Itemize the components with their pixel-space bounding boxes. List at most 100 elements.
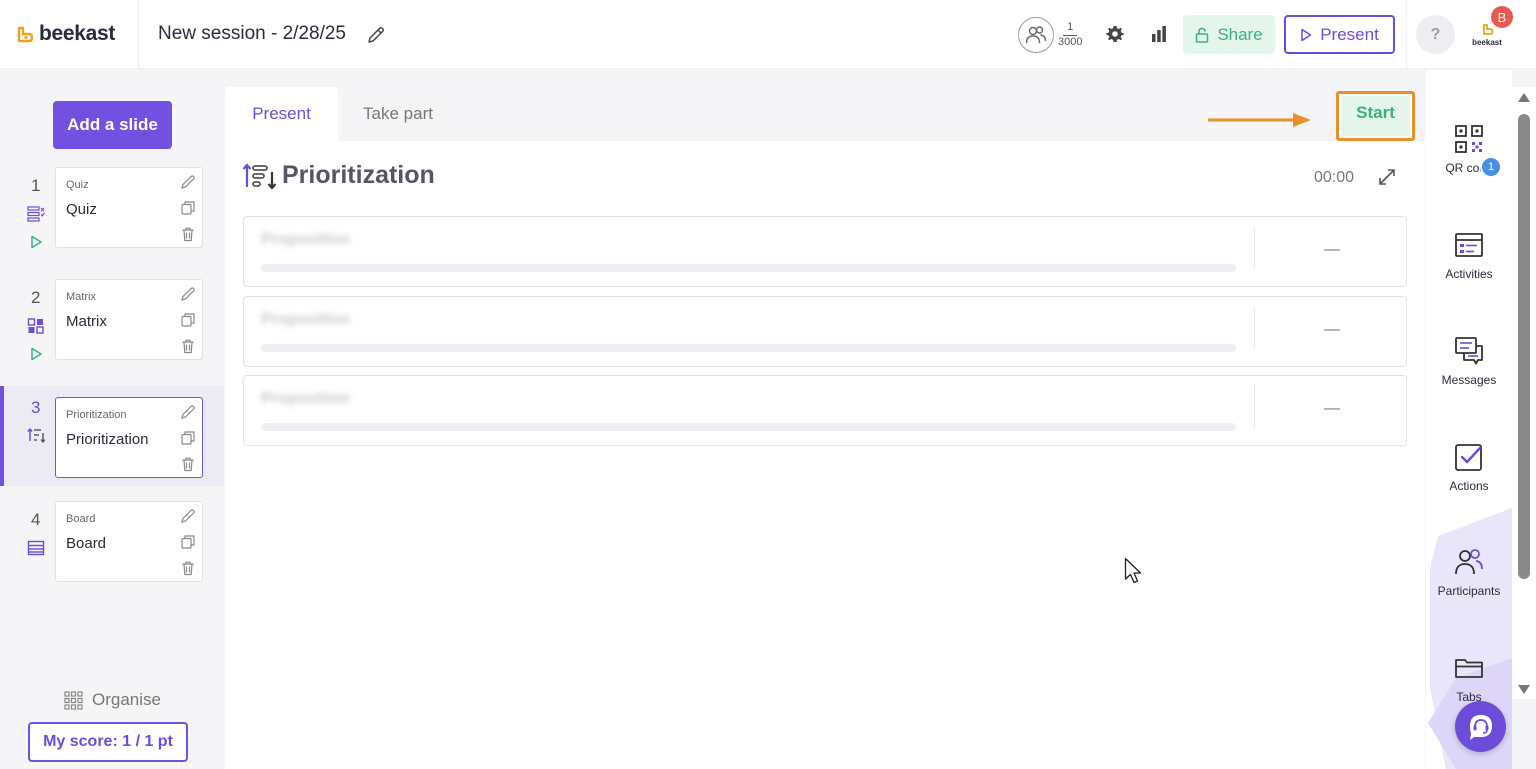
duplicate-slide-icon[interactable] [180,312,196,328]
participants-button[interactable]: Participants [1426,546,1512,598]
delete-slide-icon[interactable] [180,338,196,354]
prioritization-icon [242,162,276,190]
proposition-progress-bar [261,344,1236,352]
matrix-type-icon [27,318,44,334]
proposition-divider [1254,227,1255,269]
slide-kind: Matrix [66,291,96,303]
present-button[interactable]: Present [1284,15,1395,54]
scrollbar[interactable] [1512,87,1536,699]
actions-label: Actions [1449,479,1489,493]
slide-card[interactable]: Matrix Matrix [55,279,203,360]
question-title: Prioritization [282,161,435,189]
slide-card[interactable]: Prioritization Prioritization [55,397,203,478]
organise-label: Organise [92,690,161,709]
slide-kind: Quiz [66,179,89,191]
proposition-divider [1254,307,1255,349]
arrow-annotation-icon [1208,113,1311,127]
participants-max: 3000 [1058,36,1083,48]
participants-counter[interactable]: 1 3000 [1018,17,1082,53]
support-headset-icon [1469,714,1492,740]
participants-counter-icon [1018,17,1054,53]
help-button[interactable]: ? [1416,15,1455,54]
duplicate-slide-icon[interactable] [180,430,196,446]
slide-play-icon[interactable] [28,234,44,250]
delete-slide-icon[interactable] [180,560,196,576]
activities-count-badge: 1 [1480,156,1502,178]
duplicate-slide-icon[interactable] [180,200,196,216]
participants-count: 1 3000 [1058,21,1082,49]
edit-session-title-icon[interactable] [366,25,386,45]
tab-present[interactable]: Present [225,87,338,141]
board-type-icon [27,540,45,556]
proposition-row: Proposition — [243,296,1407,367]
organise-button[interactable]: Organise [64,690,161,710]
tab-bar: Present Take part Start [225,87,1425,141]
slide-item-board[interactable]: 4 Board Board [0,501,224,610]
start-button[interactable]: Start [1336,91,1415,141]
duplicate-slide-icon[interactable] [180,534,196,550]
edit-slide-icon[interactable] [180,508,196,524]
slide-kind: Prioritization [66,409,127,421]
add-slide-button[interactable]: Add a slide [53,101,172,149]
tab-take-part[interactable]: Take part [338,87,458,141]
user-avatar[interactable]: B [1491,6,1513,28]
tabs-button[interactable]: Tabs [1426,652,1512,704]
slide-number: 2 [31,288,41,307]
proposition-row: Proposition — [243,216,1407,287]
messages-button[interactable]: Messages [1426,335,1512,387]
activities-button[interactable]: Activities [1426,229,1512,281]
slides-sidebar: Add a slide 1 Quiz Quiz 2 Matrix Matrix … [0,70,224,769]
scrollbar-thumb[interactable] [1518,114,1530,579]
prioritization-type-icon [27,427,45,443]
slide-number: 3 [31,398,41,417]
edit-slide-icon[interactable] [180,174,196,190]
scroll-up-arrow-icon[interactable] [1518,93,1530,102]
question-header: Prioritization [242,161,435,190]
lock-icon [1196,27,1209,43]
actions-button[interactable]: Actions [1426,441,1512,493]
proposition-label: Proposition [261,311,350,328]
participants-icon [1455,549,1483,575]
slide-item-quiz[interactable]: 1 Quiz Quiz [0,167,224,276]
statistics-bars-icon[interactable] [1149,24,1169,44]
delete-slide-icon[interactable] [180,456,196,472]
participants-label: Participants [1437,584,1501,598]
slide-name: Prioritization [66,431,149,448]
activities-icon [1455,233,1483,257]
slide-play-icon[interactable] [28,346,44,362]
start-label: Start [1341,96,1410,136]
mouse-cursor-icon [1124,557,1142,584]
slide-name: Board [66,535,107,552]
share-label: Share [1217,24,1263,44]
slide-card[interactable]: Board Board [55,501,203,582]
slide-kind: Board [66,513,96,525]
proposition-row: Proposition — [243,375,1407,446]
scroll-down-arrow-icon[interactable] [1518,685,1530,694]
proposition-score: — [1324,321,1340,338]
activities-label: Activities [1445,267,1493,281]
beekast-logo[interactable]: beekast [17,22,115,46]
edit-slide-icon[interactable] [180,286,196,302]
organization-logo-text: beekast [1472,38,1502,47]
proposition-label: Proposition [261,390,350,407]
proposition-label: Proposition [261,231,350,248]
proposition-divider [1254,386,1255,428]
settings-gear-icon[interactable] [1105,24,1125,44]
messages-label: Messages [1441,373,1497,387]
slide-item-prioritization[interactable]: 3 Prioritization Prioritization [0,386,224,486]
support-chat-button[interactable] [1455,701,1506,752]
proposition-progress-bar [261,423,1236,431]
edit-slide-icon[interactable] [180,404,196,420]
share-button[interactable]: Share [1183,15,1275,54]
delete-slide-icon[interactable] [180,226,196,242]
proposition-progress-bar [261,264,1236,272]
slide-item-matrix[interactable]: 2 Matrix Matrix [0,279,224,388]
beekast-logo-icon [17,26,33,43]
session-title: New session - 2/28/25 [158,23,346,44]
messages-icon [1455,337,1483,365]
quiz-type-icon [27,206,45,222]
my-score-button[interactable]: My score: 1 / 1 pt [28,722,188,762]
slide-card[interactable]: Quiz Quiz [55,167,203,248]
grid-icon [64,690,83,710]
fullscreen-expand-icon[interactable] [1378,168,1396,186]
